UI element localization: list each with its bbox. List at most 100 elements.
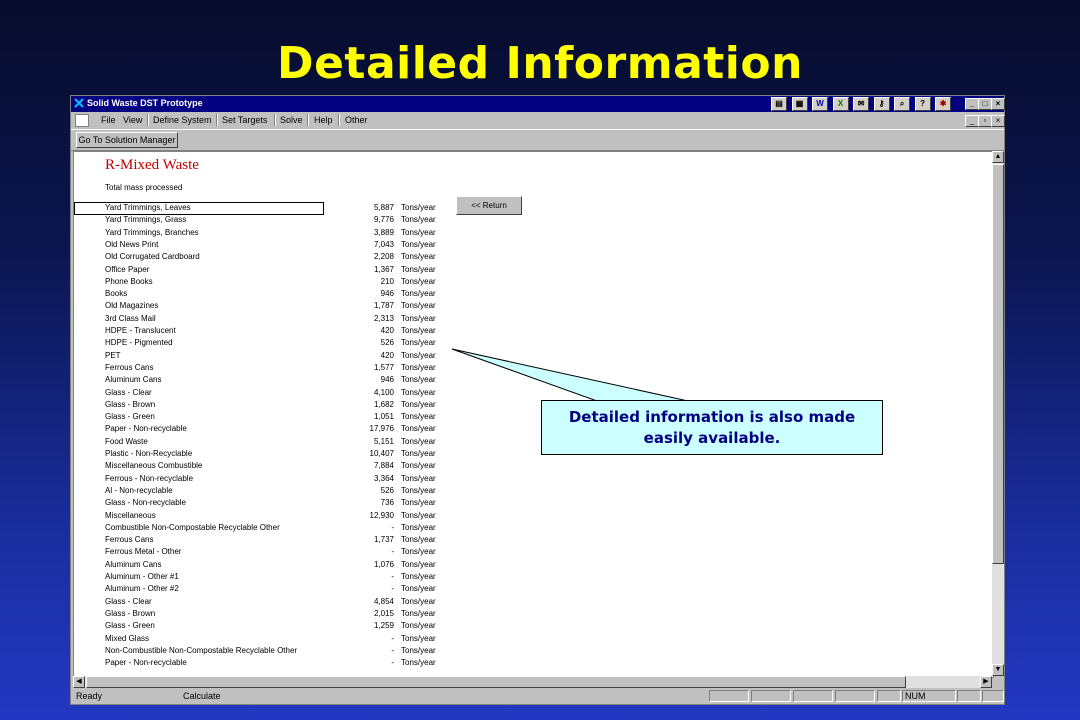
table-row[interactable]: Glass - Green 1,259 Tons/year — [74, 620, 474, 632]
row-name: Aluminum - Other #2 — [105, 584, 179, 594]
table-row[interactable]: Glass - Brown 2,015 Tons/year — [74, 608, 474, 620]
row-unit: Tons/year — [401, 239, 436, 249]
key-icon[interactable]: ⚷ — [873, 97, 890, 111]
table-row[interactable]: Al - Non-recyclable 526 Tons/year — [74, 485, 474, 497]
table-row[interactable]: PET 420 Tons/year — [74, 350, 474, 362]
table-row[interactable]: Non-Combustible Non-Compostable Recyclab… — [74, 645, 474, 657]
row-unit: Tons/year — [401, 276, 436, 286]
hscroll-thumb[interactable] — [86, 676, 906, 688]
table-row[interactable]: Paper - Non-recyclable 17,976 Tons/year — [74, 423, 474, 435]
table-row[interactable]: Aluminum - Other #2 - Tons/year — [74, 583, 474, 595]
row-unit: Tons/year — [401, 227, 436, 237]
table-row[interactable]: Ferrous Cans 1,577 Tons/year — [74, 362, 474, 374]
table-row[interactable]: Books 946 Tons/year — [74, 288, 474, 300]
table-row[interactable]: Ferrous - Non-recyclable 3,364 Tons/year — [74, 473, 474, 485]
table-row[interactable]: Mixed Glass - Tons/year — [74, 633, 474, 645]
table-row[interactable]: Glass - Clear 4,100 Tons/year — [74, 387, 474, 399]
menu-help[interactable]: Help — [314, 115, 333, 125]
vertical-scrollbar[interactable]: ▲ ▼ — [992, 151, 1004, 676]
row-value: 1,051 — [373, 412, 394, 422]
row-name: Glass - Clear — [105, 387, 152, 397]
table-row[interactable]: Yard Trimmings, Grass 9,776 Tons/year — [74, 214, 474, 226]
menu-other[interactable]: Other — [345, 115, 368, 125]
table-row[interactable]: Ferrous Cans 1,737 Tons/year — [74, 534, 474, 546]
bug-icon[interactable]: ✱ — [935, 97, 952, 111]
row-name: Aluminum - Other #1 — [105, 572, 179, 581]
menu-solve[interactable]: Solve — [280, 115, 303, 125]
scroll-left-icon[interactable]: ◀ — [73, 676, 85, 688]
row-unit: Tons/year — [401, 621, 436, 631]
row-unit: Tons/year — [401, 252, 436, 262]
row-unit: Tons/year — [401, 584, 436, 594]
menu-file[interactable]: File — [101, 115, 116, 125]
table-row[interactable]: Combustible Non-Compostable Recyclable O… — [74, 522, 474, 534]
row-name: PET — [105, 350, 121, 360]
horizontal-scrollbar[interactable]: ◀ ▶ — [73, 676, 992, 688]
table-row[interactable]: Glass - Non-recyclable 736 Tons/year — [74, 497, 474, 509]
row-value: 9,776 — [373, 215, 394, 225]
table-row[interactable]: Old News Print 7,043 Tons/year — [74, 239, 474, 251]
row-value: 7,884 — [373, 461, 394, 471]
status-mode: Calculate — [183, 691, 221, 701]
table-row[interactable]: Miscellaneous Combustible 7,884 Tons/year — [74, 460, 474, 472]
table-row[interactable]: Glass - Clear 4,854 Tons/year — [74, 596, 474, 608]
row-unit: Tons/year — [401, 412, 436, 422]
help-icon[interactable]: ? — [914, 97, 931, 111]
scroll-up-icon[interactable]: ▲ — [992, 151, 1004, 163]
row-unit: Tons/year — [401, 387, 436, 397]
table-row[interactable]: Plastic - Non-Recyclable 10,407 Tons/year — [74, 448, 474, 460]
table-row[interactable]: Yard Trimmings, Branches 3,889 Tons/year — [74, 227, 474, 239]
table-row[interactable]: Aluminum Cans 1,076 Tons/year — [74, 559, 474, 571]
row-unit: Tons/year — [401, 522, 436, 532]
tile-icon[interactable]: ▦ — [791, 97, 808, 111]
table-row[interactable]: Old Magazines 1,787 Tons/year — [74, 300, 474, 312]
table-row[interactable]: Aluminum - Other #1 - Tons/year — [74, 571, 474, 583]
doc-close-button[interactable]: × — [991, 115, 1005, 127]
search-icon[interactable]: ⌕ — [894, 97, 911, 111]
row-name: Aluminum Cans — [105, 375, 162, 385]
table-row[interactable]: Aluminum Cans 946 Tons/year — [74, 374, 474, 386]
table-row[interactable]: Phone Books 210 Tons/year — [74, 276, 474, 288]
document-icon[interactable] — [75, 114, 89, 127]
table-row[interactable]: Paper - Non-recyclable - Tons/year — [74, 657, 474, 669]
row-value: 7,043 — [373, 239, 394, 249]
table-row[interactable]: Food Waste 5,151 Tons/year — [74, 436, 474, 448]
row-value: 1,367 — [373, 264, 394, 274]
table-row[interactable]: Yard Trimmings, Leaves 5,887 Tons/year — [74, 202, 474, 215]
minimize-button[interactable]: _ — [965, 98, 979, 110]
solution-manager-button[interactable]: Go To Solution Manager — [76, 132, 178, 148]
row-value: - — [391, 658, 394, 668]
table-row[interactable]: HDPE - Pigmented 526 Tons/year — [74, 337, 474, 349]
row-value: 12,930 — [369, 510, 394, 520]
row-value: 3,889 — [373, 227, 394, 237]
menu-define-system[interactable]: Define System — [153, 115, 212, 125]
table-row[interactable]: Miscellaneous 12,930 Tons/year — [74, 510, 474, 522]
mail-icon[interactable]: ✉ — [853, 97, 870, 111]
row-unit: Tons/year — [401, 449, 436, 458]
excel-icon[interactable]: X — [832, 97, 849, 111]
menu-view[interactable]: View — [123, 115, 142, 125]
maximize-button[interactable]: □ — [978, 98, 992, 110]
table-row[interactable]: Ferrous Metal - Other - Tons/year — [74, 546, 474, 558]
table-row[interactable]: Old Corrugated Cardboard 2,208 Tons/year — [74, 251, 474, 263]
word-icon[interactable]: W — [812, 97, 829, 111]
close-button[interactable]: × — [991, 98, 1005, 110]
table-row[interactable]: Office Paper 1,367 Tons/year — [74, 264, 474, 276]
doc-minimize-button[interactable]: _ — [965, 115, 979, 127]
doc-restore-button[interactable]: ▫ — [978, 115, 992, 127]
table-row[interactable]: Glass - Brown 1,682 Tons/year — [74, 399, 474, 411]
row-name: Yard Trimmings, Leaves — [105, 203, 191, 212]
row-unit: Tons/year — [401, 313, 436, 323]
menu-set-targets[interactable]: Set Targets — [222, 115, 267, 125]
menu-bar: File View Define System Set Targets Solv… — [71, 112, 1005, 128]
table-row[interactable]: Glass - Green 1,051 Tons/year — [74, 411, 474, 423]
save-icon[interactable]: ▤ — [771, 97, 787, 111]
table-row[interactable]: 3rd Class Mail 2,313 Tons/year — [74, 313, 474, 325]
scroll-down-icon[interactable]: ▼ — [992, 664, 1004, 676]
row-name: Ferrous Metal - Other — [105, 547, 182, 557]
table-row[interactable]: HDPE - Translucent 420 Tons/year — [74, 325, 474, 337]
scroll-thumb[interactable] — [992, 164, 1004, 564]
scroll-right-icon[interactable]: ▶ — [980, 676, 992, 688]
row-unit: Tons/year — [401, 645, 436, 655]
row-name: Old Magazines — [105, 301, 159, 311]
